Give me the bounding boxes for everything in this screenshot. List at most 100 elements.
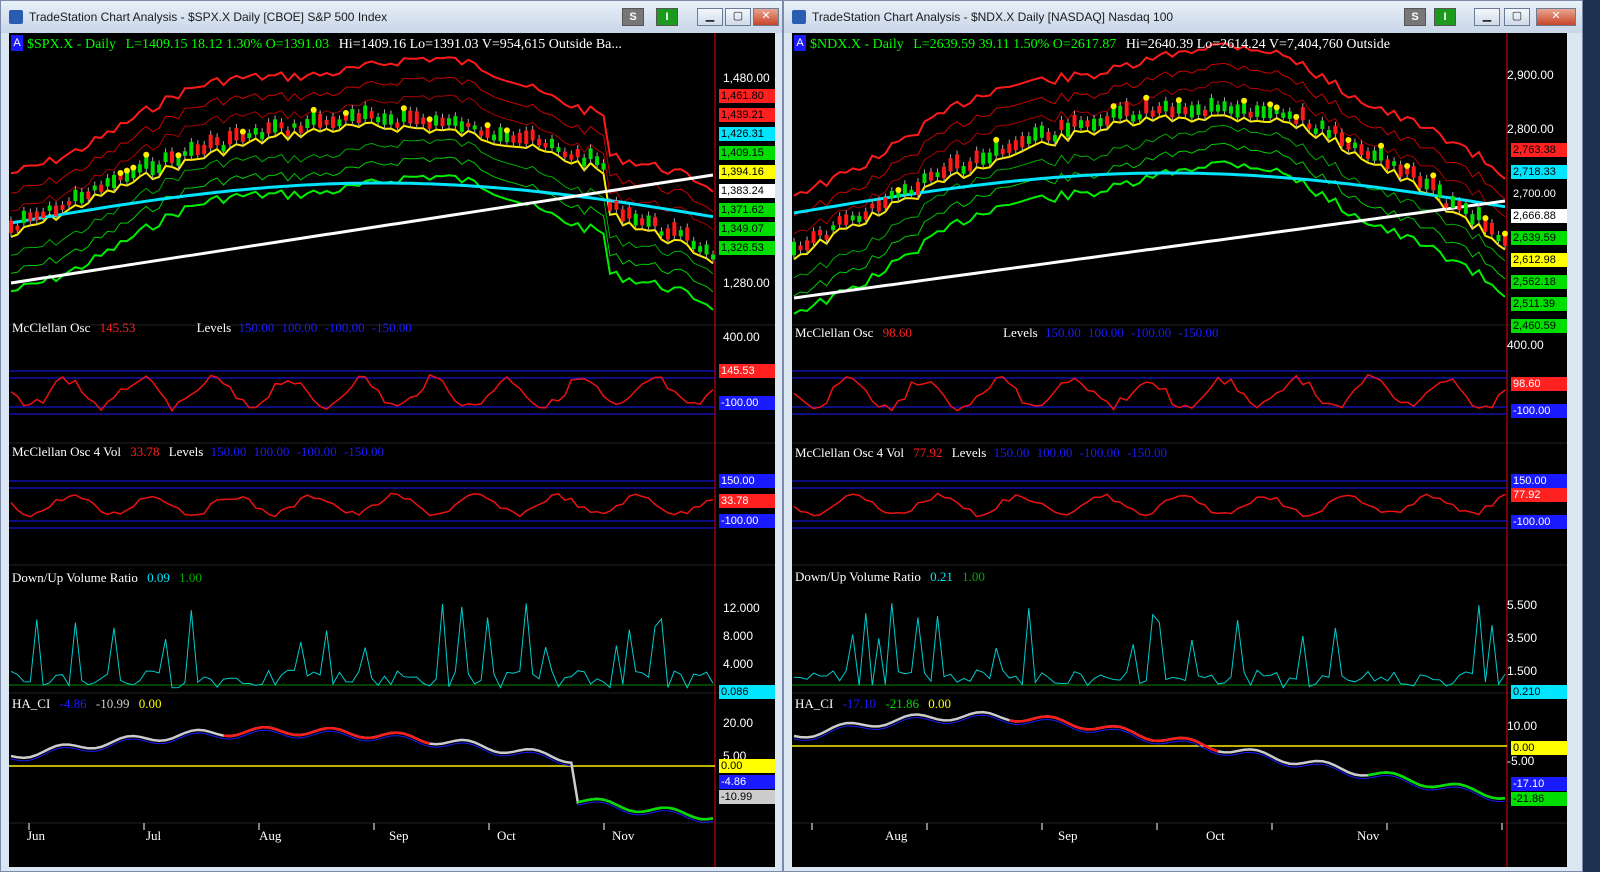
- minimize-icon: ▁: [1482, 10, 1492, 22]
- candle-body: [253, 128, 258, 135]
- mcc-tag: -100.00: [719, 396, 775, 410]
- app-icon: [792, 10, 806, 24]
- candle-body: [1215, 104, 1220, 112]
- candle-body: [811, 231, 816, 244]
- candle-body: [805, 240, 810, 251]
- candle-body: [543, 143, 548, 148]
- candle-body: [588, 148, 593, 160]
- signal-dot: [143, 151, 150, 158]
- symbol-label: $NDX.X - Daily: [810, 37, 904, 52]
- candle-body: [517, 132, 522, 144]
- level-value: 100.00: [1036, 445, 1073, 460]
- i-button[interactable]: I: [656, 8, 678, 26]
- candle-body: [1000, 148, 1005, 155]
- month-label: Sep: [1058, 828, 1078, 843]
- maximize-button[interactable]: ▢: [1504, 8, 1530, 26]
- signal-dot: [1345, 137, 1352, 144]
- right-chart-window[interactable]: TradeStation Chart Analysis - $NDX.X Dai…: [783, 0, 1583, 872]
- haci-tag: -10.99: [719, 790, 775, 804]
- candle-body: [1503, 235, 1507, 246]
- candle-body: [909, 189, 914, 195]
- dur-line: [10, 603, 714, 689]
- signal-dot: [1482, 215, 1489, 222]
- month-label: Nov: [612, 828, 635, 843]
- s-button[interactable]: S: [622, 8, 644, 26]
- candle-body: [1033, 127, 1038, 141]
- candle-body: [15, 225, 20, 231]
- i-button[interactable]: I: [1434, 8, 1456, 26]
- candle-body: [79, 192, 84, 204]
- candle-body: [530, 129, 535, 141]
- s-button[interactable]: S: [1404, 8, 1426, 26]
- close-button[interactable]: ✕: [1536, 8, 1576, 26]
- price-tag: 1,426.31: [719, 127, 775, 141]
- candle-body: [857, 215, 862, 222]
- right-titlebar[interactable]: TradeStation Chart Analysis - $NDX.X Dai…: [784, 1, 1582, 33]
- signal-dot: [426, 116, 433, 123]
- month-label: Sep: [389, 828, 409, 843]
- candle-body: [1229, 106, 1234, 114]
- candle-body: [1039, 125, 1044, 138]
- maximize-button[interactable]: ▢: [725, 8, 751, 26]
- candle-body: [863, 211, 868, 220]
- indicator-value: 1.00: [962, 569, 985, 584]
- candle-body: [691, 240, 696, 250]
- indicator-value: 145.53: [99, 320, 136, 335]
- candle-body: [1418, 176, 1423, 188]
- candle-body: [968, 161, 973, 171]
- candle-body: [285, 130, 290, 136]
- price-tag: 1,409.15: [719, 146, 775, 160]
- candle-body: [202, 144, 207, 155]
- candle-body: [260, 132, 265, 140]
- indicator-value: 0.21: [930, 569, 953, 584]
- candle-body: [182, 151, 187, 156]
- minimize-button[interactable]: ▁: [697, 8, 723, 26]
- signal-dot: [342, 109, 349, 116]
- mcc4-tag: -100.00: [719, 514, 775, 528]
- right-plot-area[interactable]: A $NDX.X - Daily L=2639.59 39.11 1.50% O…: [792, 33, 1567, 867]
- indicator-name: McClellan Osc 4 Vol: [12, 444, 121, 459]
- right-window-title: TradeStation Chart Analysis - $NDX.X Dai…: [812, 10, 1174, 24]
- indicator-value: -17.10: [842, 696, 877, 711]
- candle-body: [1157, 106, 1162, 114]
- symbol-label: $SPX.X - Daily: [27, 37, 117, 52]
- maximize-icon: ▢: [732, 10, 744, 22]
- candle-body: [915, 182, 920, 195]
- candle-body: [440, 117, 445, 127]
- candle-body: [54, 205, 59, 216]
- left-plot-area[interactable]: A $SPX.X - Daily L=1409.15 18.12 1.30% O…: [9, 33, 775, 867]
- candle-body: [1137, 114, 1142, 120]
- haci-line: [793, 710, 1506, 800]
- candle-body: [1457, 201, 1462, 211]
- signal-dot: [1143, 94, 1150, 101]
- haci-axis-label: -5.00: [1507, 754, 1535, 768]
- candle-body: [1281, 112, 1286, 118]
- level-value: -150.00: [343, 444, 385, 459]
- indicator-name: Down/Up Volume Ratio: [795, 569, 921, 584]
- candle-body: [1105, 116, 1110, 126]
- signal-dot: [503, 127, 510, 134]
- candle-body: [595, 156, 600, 166]
- candle-body: [453, 116, 458, 126]
- mcc4-tag: 150.00: [1511, 474, 1567, 488]
- candle-body: [105, 178, 110, 187]
- haci-green-segment: [1367, 771, 1506, 800]
- indicator-value: 33.78: [130, 444, 160, 459]
- candle-body: [41, 211, 46, 219]
- candle-body: [331, 116, 336, 128]
- candle-body: [298, 125, 303, 134]
- candle-body: [1052, 135, 1057, 142]
- candle-body: [850, 215, 855, 221]
- level-value: -100.00: [1131, 325, 1172, 340]
- candle-body: [659, 231, 664, 236]
- close-button[interactable]: ✕: [753, 8, 779, 26]
- candle-body: [234, 128, 239, 141]
- left-titlebar[interactable]: TradeStation Chart Analysis - $SPX.X Dai…: [1, 1, 782, 33]
- level-value: 150.00: [210, 444, 247, 459]
- left-chart-window[interactable]: TradeStation Chart Analysis - $SPX.X Dai…: [0, 0, 783, 872]
- minimize-button[interactable]: ▁: [1474, 8, 1500, 26]
- candle-body: [1339, 132, 1344, 146]
- moving-average-cyan: [793, 171, 1506, 215]
- dur-tag: 0.210: [1511, 685, 1567, 699]
- levels-label: Levels: [951, 445, 987, 460]
